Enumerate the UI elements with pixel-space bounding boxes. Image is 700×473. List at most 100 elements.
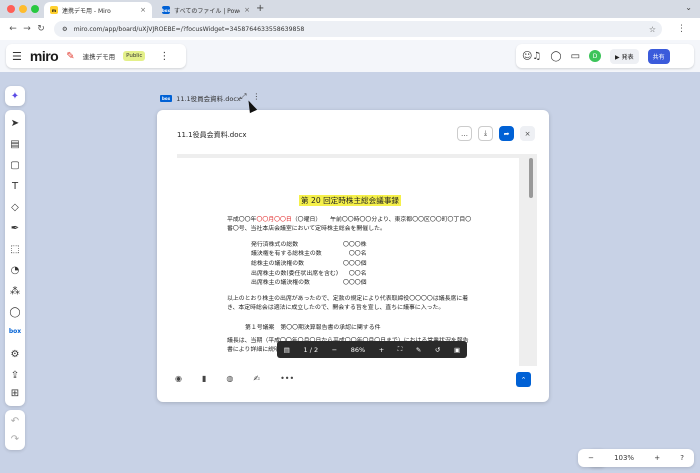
fullscreen-icon[interactable]: ⛶ bbox=[398, 345, 403, 354]
preview-title: 11.1役員会資料.docx bbox=[177, 131, 247, 139]
viewer-toolbar: ▤ 1 / 2 − 86% + ⛶ ✎ ↺ ▣ bbox=[277, 341, 467, 358]
document-scrollbar[interactable] bbox=[529, 158, 533, 198]
text-icon[interactable]: T bbox=[5, 181, 25, 192]
board-header: ☰ miro ✎ 連携デモ用 Public ⋮ bbox=[6, 44, 186, 68]
shapes-icon[interactable]: ◇ bbox=[5, 202, 25, 213]
site-info-icon[interactable]: ⚙ bbox=[62, 26, 68, 33]
pencil-icon: ✎ bbox=[66, 50, 75, 62]
miro-favicon-icon: m bbox=[50, 6, 58, 14]
browser-menu-icon[interactable]: ⋮ bbox=[677, 24, 686, 34]
preview-footer: ◉ ▮ ◍ ✍ ••• bbox=[175, 374, 294, 383]
avatar[interactable]: D bbox=[589, 50, 602, 62]
activity-icon[interactable]: ◍ bbox=[226, 374, 233, 383]
document-paragraph: 以上のとおり株主の出席があったので、定款の規定により代表取締役〇〇〇〇は議長席に… bbox=[227, 295, 469, 312]
undo-icon[interactable]: ↶ bbox=[5, 416, 25, 427]
zoom-out-button[interactable]: − bbox=[332, 346, 337, 354]
zoom-in-button[interactable]: + bbox=[654, 454, 660, 462]
ai-sparkle-icon[interactable]: ✦ bbox=[5, 86, 25, 106]
tab-miro[interactable]: m 連携デモ用 - Miro × bbox=[44, 2, 152, 18]
miro-logo: miro bbox=[29, 48, 59, 64]
reload-icon[interactable]: ↻ bbox=[34, 24, 48, 34]
chat-icon[interactable]: ◯ bbox=[550, 51, 561, 62]
more-options-button[interactable]: … bbox=[457, 126, 472, 141]
zoom-in-button[interactable]: + bbox=[379, 346, 384, 354]
diagram-icon[interactable]: ◔ bbox=[5, 265, 25, 276]
box-app-icon[interactable]: box bbox=[5, 328, 25, 335]
scroll-up-button[interactable]: ⌃ bbox=[516, 372, 531, 387]
preview-actions: … ⤓ ➦ × bbox=[457, 126, 535, 141]
new-tab-button[interactable]: + bbox=[256, 3, 264, 14]
integrations-icon[interactable]: ⚙ bbox=[5, 349, 25, 360]
address-bar[interactable]: ⚙ miro.com/app/board/uXjVJROEBE=/?focusW… bbox=[54, 21, 662, 37]
draw-icon[interactable]: ↺ bbox=[435, 346, 440, 354]
comments-icon[interactable]: ◉ bbox=[175, 374, 182, 383]
url-text: miro.com/app/board/uXjVJROEBE=/?focusWid… bbox=[73, 25, 305, 33]
maximize-window-button[interactable] bbox=[31, 5, 39, 13]
undo-redo-panel: ↶ ↷ bbox=[5, 410, 25, 450]
agenda-heading: 第１号議案 第〇〇期決算報告書の承認に関する件 bbox=[245, 324, 381, 331]
zoom-level[interactable]: 103% bbox=[614, 454, 634, 462]
comment-annotation-icon[interactable]: ▣ bbox=[454, 346, 460, 354]
upload-icon[interactable]: ⇪ bbox=[5, 370, 25, 381]
close-icon[interactable]: × bbox=[244, 6, 250, 14]
document-viewer[interactable]: 第 20 回定時株主総会議事録 平成〇〇年〇〇月〇〇日（〇曜日） 午前〇〇時〇〇… bbox=[177, 154, 537, 366]
board-more-icon[interactable]: ⋮ bbox=[159, 51, 169, 62]
present-button[interactable]: ▶ 発表 bbox=[610, 48, 639, 64]
close-preview-button[interactable]: × bbox=[520, 126, 535, 141]
shareholder-list: 発行済株式の総数 〇〇〇株 議決権を有する総株主の数 〇〇名 総株主の議決権の数〇… bbox=[251, 241, 473, 289]
page-indicator[interactable]: 1 / 2 bbox=[304, 346, 319, 354]
forward-arrow-icon[interactable]: → bbox=[20, 24, 34, 34]
list-item: 議決権を有する総株主の数 〇〇名 bbox=[251, 251, 367, 258]
select-cursor-icon[interactable]: ➤ bbox=[5, 118, 25, 129]
sign-icon[interactable]: ✍ bbox=[253, 374, 260, 383]
help-icon[interactable]: ? bbox=[680, 454, 684, 462]
minimize-window-button[interactable] bbox=[19, 5, 27, 13]
pen-icon[interactable]: ✒ bbox=[5, 223, 25, 234]
file-info-icon[interactable]: ▮ bbox=[202, 374, 206, 383]
list-item: 発行済株式の総数 〇〇〇株 bbox=[251, 241, 367, 248]
add-icon[interactable]: ⊞ bbox=[5, 388, 25, 399]
redo-icon[interactable]: ↷ bbox=[5, 434, 25, 445]
list-item: 総株主の議決権の数 〇〇〇個 bbox=[251, 260, 367, 267]
video-icon[interactable]: ▭ bbox=[571, 51, 580, 62]
document-page: 第 20 回定時株主総会議事録 平成〇〇年〇〇月〇〇日（〇曜日） 午前〇〇時〇〇… bbox=[177, 158, 519, 366]
zoom-out-button[interactable]: − bbox=[588, 454, 594, 462]
thumbnails-icon[interactable]: ▤ bbox=[284, 346, 290, 354]
frame-icon[interactable]: ⬚ bbox=[5, 244, 25, 255]
zoom-controls: − 103% + ? bbox=[578, 449, 694, 467]
list-item: 出席株主の議決権の数 〇〇〇個 bbox=[251, 280, 367, 287]
share-file-button[interactable]: ➦ bbox=[499, 126, 514, 141]
share-button[interactable]: 共有 bbox=[647, 48, 670, 64]
tab-title: すべてのファイル | Powered by bbox=[174, 7, 240, 15]
close-window-button[interactable] bbox=[7, 5, 15, 13]
miro-top-bar: ☰ miro ✎ 連携デモ用 Public ⋮ ☺♫ ◯ ▭ D ▶ 発表 共有 bbox=[0, 40, 700, 72]
sticky-note-icon[interactable]: ▢ bbox=[5, 160, 25, 171]
widget-filename: 11.1役員会資料.docx bbox=[176, 95, 241, 103]
collaboration-bar: ☺♫ ◯ ▭ D ▶ 発表 共有 bbox=[516, 44, 694, 68]
expand-icon[interactable]: ⤢ bbox=[240, 92, 246, 102]
browser-toolbar: ← → ↻ ⚙ miro.com/app/board/uXjVJROEBE=/?… bbox=[0, 18, 700, 40]
main-menu-icon[interactable]: ☰ bbox=[12, 50, 22, 63]
close-icon[interactable]: × bbox=[140, 6, 146, 14]
bookmark-star-icon[interactable]: ☆ bbox=[649, 25, 656, 34]
visibility-badge[interactable]: Public bbox=[123, 51, 146, 61]
annotate-pen-icon[interactable]: ✎ bbox=[416, 346, 421, 354]
back-arrow-icon[interactable]: ← bbox=[6, 24, 20, 34]
reactions-icon[interactable]: ☺♫ bbox=[522, 51, 541, 62]
box-icon: box bbox=[160, 94, 173, 102]
apps-icon[interactable]: ⁂ bbox=[5, 286, 25, 297]
browser-tab-bar: m 連携デモ用 - Miro × box すべてのファイル | Powered … bbox=[0, 0, 700, 18]
document-title: 第 20 回定時株主総会議事録 bbox=[298, 195, 402, 206]
templates-icon[interactable]: ▤ bbox=[5, 139, 25, 150]
tab-box[interactable]: box すべてのファイル | Powered by × bbox=[156, 2, 256, 18]
widget-label[interactable]: box 11.1役員会資料.docx bbox=[160, 93, 241, 103]
footer-more-icon[interactable]: ••• bbox=[280, 374, 294, 383]
comment-icon[interactable]: ◯ bbox=[5, 307, 25, 318]
widget-more-icon[interactable]: ⋮ bbox=[252, 92, 260, 102]
box-preview-card: 11.1役員会資料.docx … ⤓ ➦ × 第 20 回定時株主総会議事録 平… bbox=[157, 110, 549, 402]
zoom-level: 86% bbox=[350, 345, 366, 354]
document-intro: 平成〇〇年〇〇月〇〇日（〇曜日） 午前〇〇時〇〇分より、東京都〇〇区〇〇町〇丁目… bbox=[227, 216, 472, 233]
tab-search-chevron-icon[interactable]: ⌄ bbox=[685, 3, 692, 12]
board-name[interactable]: 連携デモ用 bbox=[83, 51, 116, 61]
download-button[interactable]: ⤓ bbox=[478, 126, 493, 141]
